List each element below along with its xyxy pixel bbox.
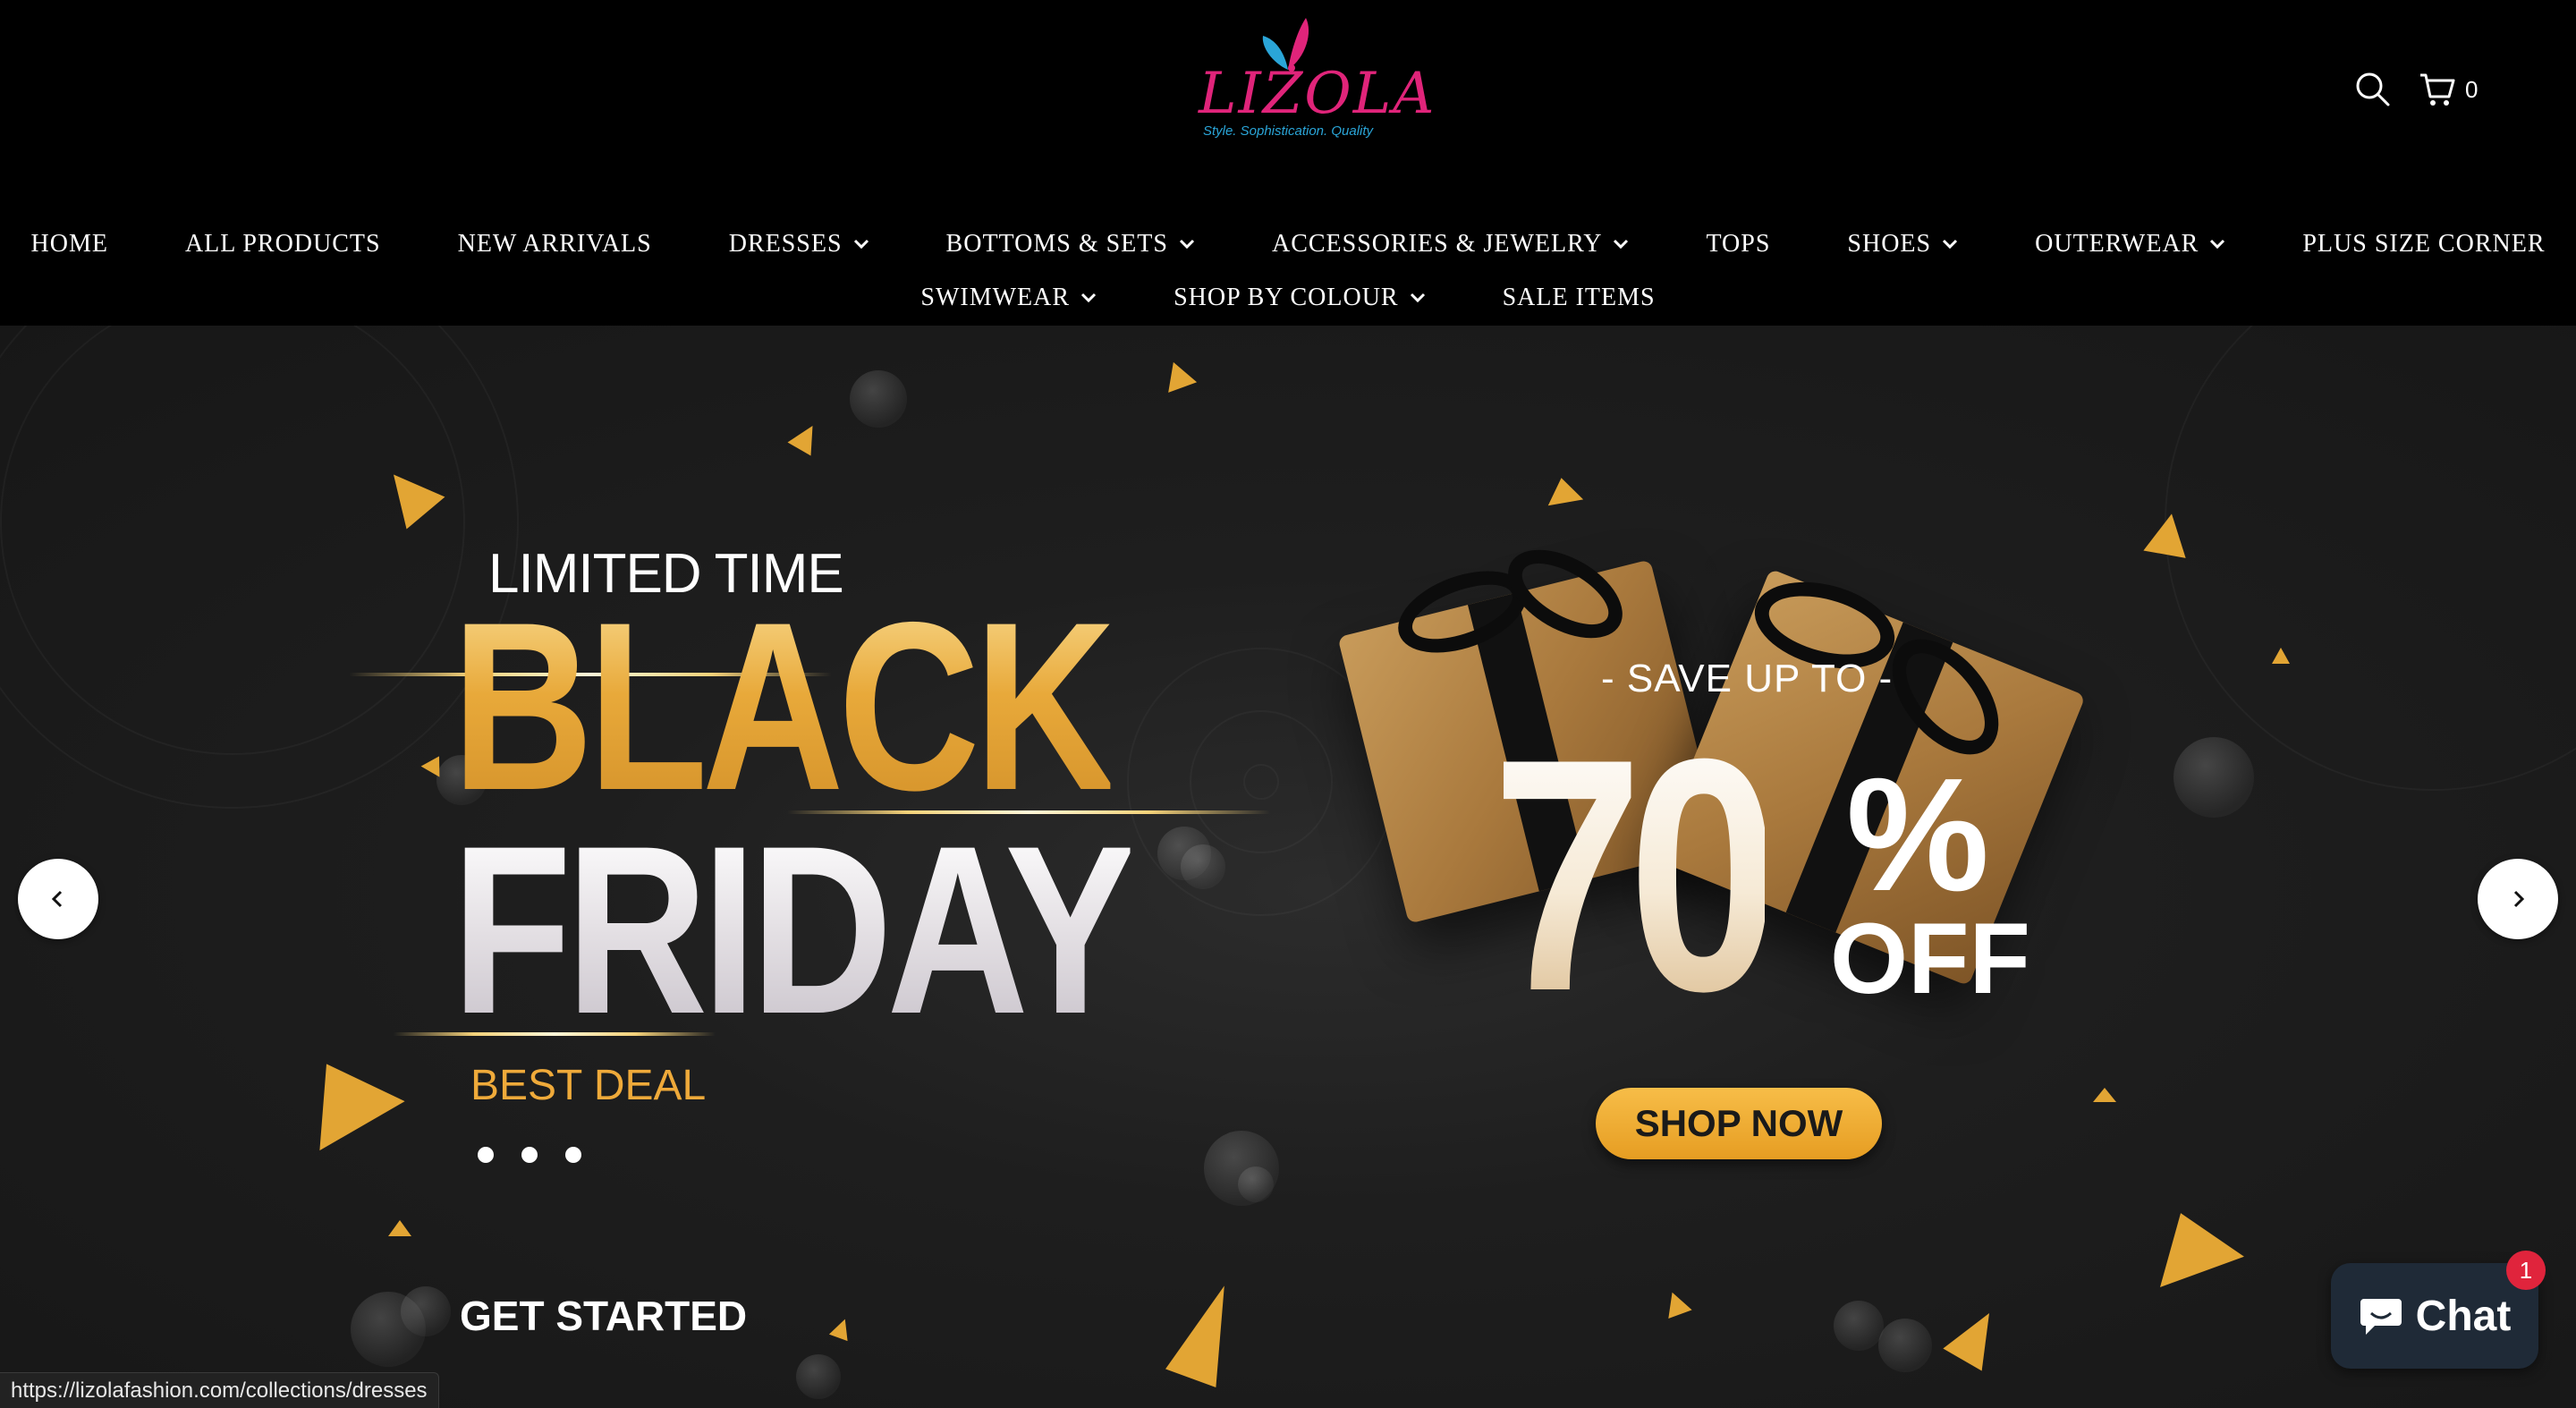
chat-widget-button[interactable]: Chat <box>2331 1263 2538 1369</box>
nav-item-label: OUTERWEAR <box>2035 230 2199 258</box>
chevron-down-icon <box>1081 293 1097 303</box>
decorative-bubble <box>401 1286 451 1336</box>
nav-item-all-products[interactable]: ALL PRODUCTS <box>185 225 381 263</box>
nav-item-bottoms-sets[interactable]: BOTTOMS & SETS <box>946 225 1195 263</box>
friday-headline: FRIDAY <box>452 795 1136 1064</box>
confetti-shard <box>2093 1088 2116 1102</box>
shop-now-button[interactable]: SHOP NOW <box>1596 1088 1882 1159</box>
nav-item-dresses[interactable]: DRESSES <box>729 225 869 263</box>
search-icon[interactable] <box>2352 69 2394 110</box>
confetti-shard <box>787 419 825 456</box>
decorative-ring <box>1243 764 1279 800</box>
chevron-down-icon <box>1410 293 1425 303</box>
off-text: OFF <box>1830 903 2030 1014</box>
nav-item-label: SHOP BY COLOUR <box>1174 284 1399 311</box>
nav-item-label: DRESSES <box>728 230 843 258</box>
nav-item-shop-by-colour[interactable]: SHOP BY COLOUR <box>1174 279 1426 317</box>
confetti-shard <box>2139 1198 2244 1287</box>
decorative-bubble <box>1181 844 1225 889</box>
nav-item-home[interactable]: HOME <box>31 225 108 263</box>
confetti-shard <box>284 1039 405 1151</box>
carousel-next-button[interactable] <box>2478 859 2558 939</box>
nav-item-label: SALE ITEMS <box>1502 284 1656 311</box>
slide-dot[interactable] <box>521 1147 538 1163</box>
nav-item-tops[interactable]: TOPS <box>1706 225 1770 263</box>
slide-dot[interactable] <box>565 1147 581 1163</box>
cart-count: 0 <box>2465 75 2479 103</box>
site-header: LIZOLA Style. Sophistication. Quality 0 … <box>0 0 2576 326</box>
nav-item-accessories-jewelry[interactable]: ACCESSORIES & JEWELRY <box>1272 225 1629 263</box>
nav-item-shoes[interactable]: SHOES <box>1847 225 1958 263</box>
percent-sign: % <box>1846 745 1990 925</box>
main-nav-row-1: HOME ALL PRODUCTS NEW ARRIVALS DRESSES BOTTO… <box>0 225 2576 263</box>
site-logo[interactable]: LIZOLA Style. Sophistication. Quality <box>1199 13 1436 147</box>
nav-item-swimwear[interactable]: SWIMWEAR <box>920 279 1097 317</box>
nav-item-label: NEW ARRIVALS <box>457 230 652 258</box>
confetti-shard <box>1165 1277 1250 1387</box>
nav-item-label: ALL PRODUCTS <box>184 230 381 258</box>
cart-icon[interactable] <box>2417 69 2458 110</box>
chevron-right-icon <box>2513 890 2525 908</box>
chat-notification-badge: 1 <box>2506 1251 2546 1290</box>
carousel-prev-button[interactable] <box>18 859 98 939</box>
nav-item-sale-items[interactable]: SALE ITEMS <box>1503 279 1656 317</box>
nav-item-plus-size-corner[interactable]: PLUS SIZE CORNER <box>2302 225 2545 263</box>
confetti-shard <box>2143 510 2193 558</box>
confetti-shard <box>828 1315 855 1342</box>
discount-number: 70 <box>1492 691 1779 1060</box>
confetti-shard <box>1543 474 1584 506</box>
chevron-down-icon <box>2210 239 2225 250</box>
decorative-bubble <box>850 370 907 428</box>
chevron-down-icon <box>1179 239 1195 250</box>
chevron-down-icon <box>1614 239 1629 250</box>
link-preview-url: https://lizolafashion.com/collections/dr… <box>0 1372 439 1408</box>
confetti-shard <box>388 1220 411 1236</box>
chevron-down-icon <box>853 239 869 250</box>
logo-wordmark: LIZOLA <box>1199 61 1436 127</box>
chat-bubble-icon <box>2360 1299 2402 1335</box>
confetti-shard <box>2272 648 2290 664</box>
black-headline: BLACK <box>452 572 1116 840</box>
nav-item-label: SWIMWEAR <box>920 284 1071 311</box>
decorative-bubble <box>2174 737 2254 818</box>
logo-tagline: Style. Sophistication. Quality <box>1202 123 1374 139</box>
confetti-shard <box>1943 1302 2009 1371</box>
chevron-left-icon <box>51 890 63 908</box>
slide-indicators <box>478 1147 581 1163</box>
nav-item-label: PLUS SIZE CORNER <box>2302 230 2546 258</box>
hero-banner: LIMITED TIME BLACK FRIDAY BEST DEAL - SA… <box>0 326 2576 1408</box>
decorative-bubble <box>1878 1319 1932 1372</box>
decorative-bubble <box>1238 1166 1274 1202</box>
nav-item-label: HOME <box>30 230 108 258</box>
get-started-link[interactable]: GET STARTED <box>460 1292 747 1340</box>
nav-item-label: ACCESSORIES & JEWELRY <box>1271 230 1603 258</box>
chat-label: Chat <box>2415 1292 2512 1340</box>
confetti-shard <box>1660 1287 1692 1319</box>
decorative-ring <box>0 326 519 809</box>
confetti-shard <box>1158 357 1198 393</box>
chevron-down-icon <box>1943 239 1958 250</box>
slide-dot[interactable] <box>478 1147 494 1163</box>
nav-item-outerwear[interactable]: OUTERWEAR <box>2035 225 2225 263</box>
nav-item-new-arrivals[interactable]: NEW ARRIVALS <box>458 225 652 263</box>
decorative-bubble <box>1834 1301 1884 1351</box>
decorative-bubble <box>796 1354 841 1399</box>
nav-item-label: TOPS <box>1706 230 1771 258</box>
header-actions: 0 <box>2352 64 2478 115</box>
main-nav-row-2: SWIMWEAR SHOP BY COLOUR SALE ITEMS <box>0 279 2576 317</box>
nav-item-label: SHOES <box>1847 230 1932 258</box>
best-deal-text: BEST DEAL <box>470 1062 707 1109</box>
nav-item-label: BOTTOMS & SETS <box>945 230 1168 258</box>
decorative-ring <box>2165 326 2576 791</box>
